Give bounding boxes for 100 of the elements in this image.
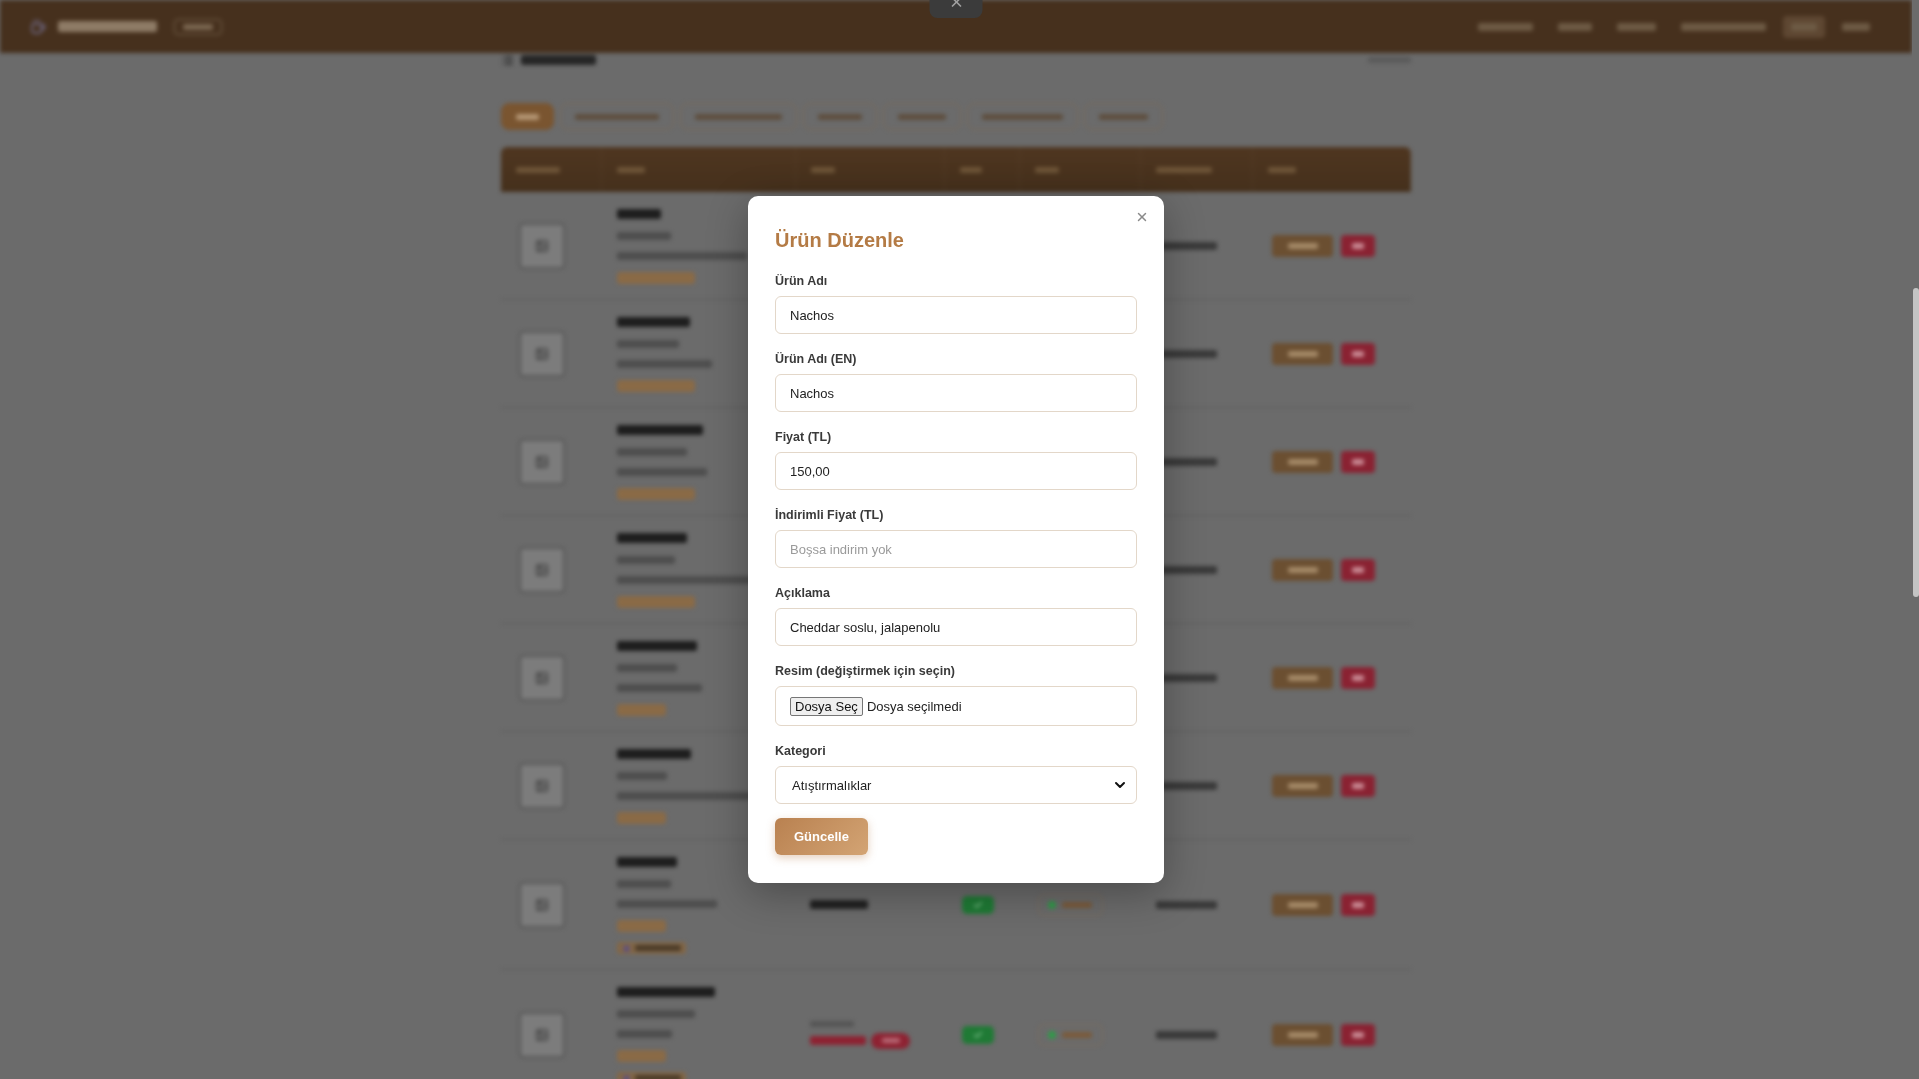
column-heading: [1156, 166, 1212, 173]
blurred-text: [617, 209, 661, 219]
column-heading: [1268, 166, 1296, 173]
active-toggle[interactable]: [962, 1025, 994, 1044]
edit-button[interactable]: [1272, 450, 1333, 473]
close-icon: [1135, 210, 1149, 224]
blurred-text: [516, 113, 539, 120]
image-icon: [535, 346, 549, 361]
image-icon: [535, 778, 549, 793]
blurred-text: [1352, 674, 1364, 681]
blurred-text: [1156, 1030, 1217, 1039]
blurred-text: [1352, 458, 1364, 465]
blurred-text: [1287, 242, 1318, 249]
field-label: İndirimli Fiyat (TL): [775, 507, 885, 523]
blurred-text: [1352, 782, 1364, 789]
edit-button[interactable]: [1272, 893, 1333, 916]
blurred-text: [617, 664, 677, 672]
text-input[interactable]: Boşsa indirim yok: [775, 530, 1137, 568]
filter-chip[interactable]: [803, 103, 877, 130]
category-tag: [617, 812, 666, 824]
blurred-text: [1287, 901, 1318, 908]
delete-button[interactable]: [1341, 558, 1375, 581]
filter-chip[interactable]: [501, 103, 554, 130]
delete-button[interactable]: [1341, 774, 1375, 797]
field-label: Resim (değiştirmek için seçin): [775, 663, 956, 679]
edit-button[interactable]: [1272, 774, 1333, 797]
scrollbar-thumb[interactable]: [1913, 288, 1919, 597]
active-toggle[interactable]: [962, 895, 994, 914]
blurred-text: [1287, 350, 1318, 357]
blurred-text: [1478, 22, 1533, 31]
field-label: Ürün Adı (EN): [775, 351, 858, 367]
blurred-text: [617, 533, 687, 543]
blurred-text: [898, 113, 946, 120]
blurred-text: [183, 23, 213, 30]
blurred-text: [1287, 1031, 1318, 1038]
category-tag: [617, 1050, 666, 1062]
image-icon: [535, 897, 549, 912]
column-heading: [811, 166, 835, 173]
image-icon: [535, 238, 549, 253]
blurred-text: [1352, 242, 1364, 249]
blurred-text: [617, 857, 677, 867]
nav-link[interactable]: [1783, 15, 1825, 38]
delete-button[interactable]: [1341, 666, 1375, 689]
blurred-text: [617, 772, 667, 780]
choose-file-button[interactable]: Dosya Seç: [790, 696, 863, 716]
delete-button[interactable]: [1341, 450, 1375, 473]
image-icon: [535, 670, 549, 685]
category-tag: [617, 704, 666, 716]
blurred-text: [617, 448, 687, 456]
column-heading: [960, 166, 982, 173]
image-icon: [535, 454, 549, 469]
field-label: Fiyat (TL): [775, 429, 833, 445]
edit-button[interactable]: [1272, 558, 1333, 581]
coffee-cup-icon: [30, 18, 46, 35]
blurred-text: [1287, 566, 1318, 573]
edit-button[interactable]: [1272, 1023, 1333, 1046]
filter-chip[interactable]: [680, 103, 797, 130]
close-button[interactable]: [1135, 210, 1149, 224]
blurred-text: [1287, 458, 1318, 465]
blurred-text: [635, 945, 681, 951]
blurred-text: [617, 232, 671, 240]
delete-button[interactable]: [1341, 1023, 1375, 1046]
text-input[interactable]: Nachos: [775, 374, 1137, 412]
delete-button[interactable]: [1341, 342, 1375, 365]
filter-chip[interactable]: [1084, 103, 1163, 130]
image-icon: [535, 1027, 549, 1042]
blurred-text: [1287, 782, 1318, 789]
image-icon: [535, 562, 549, 577]
modal-title: Ürün Düzenle: [775, 228, 905, 252]
filter-chip[interactable]: [560, 103, 674, 130]
field-label: Kategori: [775, 743, 827, 759]
column-heading: [1035, 166, 1059, 173]
blurred-text: [1062, 1031, 1092, 1038]
blurred-text: [818, 113, 862, 120]
category-select[interactable]: Atıştırmalıklar: [775, 766, 1137, 804]
filter-chip[interactable]: [883, 103, 961, 130]
blurred-text: [1352, 1031, 1364, 1038]
blurred-text: [1352, 901, 1364, 908]
blurred-text: [1099, 113, 1148, 120]
column-heading: [516, 166, 560, 173]
blurred-text: [1062, 901, 1092, 908]
text-input[interactable]: Cheddar soslu, jalapenolu: [775, 608, 1137, 646]
file-input[interactable]: Dosya Seç Dosya seçilmedi: [775, 686, 1137, 726]
file-status: Dosya seçilmedi: [866, 698, 962, 714]
filter-chip[interactable]: [967, 103, 1078, 130]
list-icon: [501, 53, 514, 67]
blurred-text: [617, 340, 679, 348]
check-icon: [973, 899, 983, 910]
edit-button[interactable]: [1272, 342, 1333, 365]
text-input[interactable]: 150,00: [775, 452, 1137, 490]
delete-button[interactable]: [1341, 893, 1375, 916]
edit-button[interactable]: [1272, 666, 1333, 689]
check-icon: [973, 1029, 983, 1040]
blurred-text: [617, 1030, 672, 1038]
category-tag: [617, 920, 666, 932]
text-input[interactable]: Nachos: [775, 296, 1137, 334]
blurred-text: [1352, 566, 1364, 573]
star-icon: [622, 943, 631, 953]
delete-button[interactable]: [1341, 234, 1375, 257]
edit-button[interactable]: [1272, 234, 1333, 257]
